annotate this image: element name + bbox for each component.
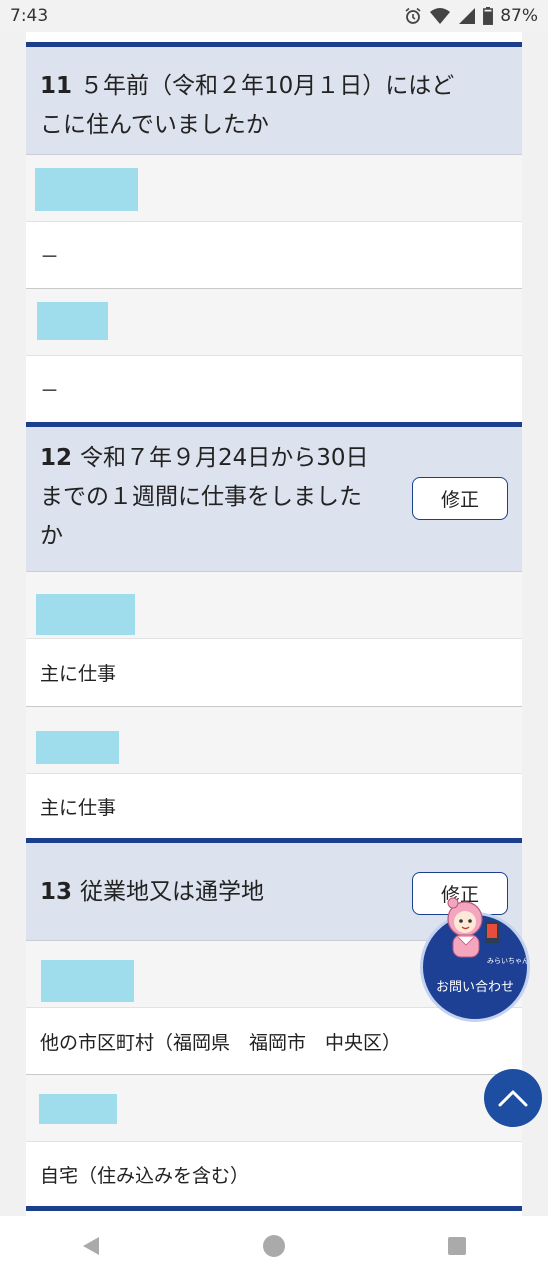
- answer-value: 主に仕事: [26, 774, 522, 838]
- answer-label-row: [26, 572, 522, 639]
- chevron-up-icon: [498, 1090, 528, 1107]
- question-number: 13: [40, 879, 73, 905]
- contact-help-label: お問い合わせ: [435, 980, 514, 995]
- battery-percent: 87%: [500, 6, 538, 26]
- system-nav-bar: [0, 1216, 548, 1280]
- question-title-line: 12 令和７年９月24日から30日: [40, 445, 369, 471]
- question-title-line: こに住んでいましたか: [40, 112, 269, 138]
- status-bar: 7:43 87%: [0, 0, 548, 32]
- home-icon[interactable]: [262, 1234, 286, 1262]
- contact-help-button[interactable]: みらいちゃん お問い合わせ: [420, 897, 530, 1022]
- battery-icon: [483, 7, 494, 25]
- answer-label-row: [26, 155, 522, 222]
- redacted-label: [35, 168, 138, 211]
- answer-review-list: 11 ５年前（令和２年10月１日）にはど こに住んでいましたか － － 12 令和７…: [26, 32, 522, 1216]
- question-number: 11: [40, 73, 73, 99]
- mascot-caption: みらいちゃん: [487, 957, 527, 965]
- page: 11 ５年前（令和２年10月１日）にはど こに住んでいましたか － － 12 令和７…: [0, 32, 548, 1216]
- scroll-to-top-button[interactable]: [484, 1069, 542, 1127]
- question-11: 11 ５年前（令和２年10月１日）にはど こに住んでいましたか － －: [26, 42, 522, 422]
- wifi-icon: [429, 7, 451, 25]
- next-section-divider: [26, 1206, 522, 1216]
- answer-label-row: [26, 1075, 522, 1142]
- answer-value: 主に仕事: [26, 639, 522, 707]
- signal-icon: [458, 7, 476, 25]
- redacted-label: [39, 1094, 117, 1124]
- recents-icon[interactable]: [446, 1235, 468, 1261]
- mascot-icon: みらいちゃん: [447, 897, 527, 965]
- edit-button[interactable]: 修正: [412, 477, 508, 520]
- answer-value: －: [26, 222, 522, 289]
- answer-value: 自宅（住み込みを含む）: [26, 1142, 522, 1206]
- question-title-line: か: [40, 523, 63, 549]
- redacted-label: [41, 960, 134, 1002]
- alarm-icon: [404, 7, 422, 25]
- answer-label-row: [26, 289, 522, 356]
- question-title-line: 11 ５年前（令和２年10月１日）にはど: [40, 73, 455, 99]
- answer-value: 他の市区町村（福岡県 福岡市 中央区）: [26, 1008, 522, 1075]
- answer-value: －: [26, 356, 522, 422]
- question-header: 12 令和７年９月24日から30日 までの１週間に仕事をしました か 修正: [26, 427, 522, 572]
- status-time: 7:43: [10, 6, 49, 26]
- answer-label-row: [26, 707, 522, 774]
- redacted-label: [36, 594, 135, 635]
- redacted-label: [37, 302, 108, 340]
- question-header: 11 ５年前（令和２年10月１日）にはど こに住んでいましたか: [26, 47, 522, 155]
- question-number: 12: [40, 445, 73, 471]
- question-12: 12 令和７年９月24日から30日 までの１週間に仕事をしました か 修正 主に仕…: [26, 422, 522, 838]
- redacted-label: [36, 731, 119, 764]
- back-icon[interactable]: [80, 1235, 102, 1261]
